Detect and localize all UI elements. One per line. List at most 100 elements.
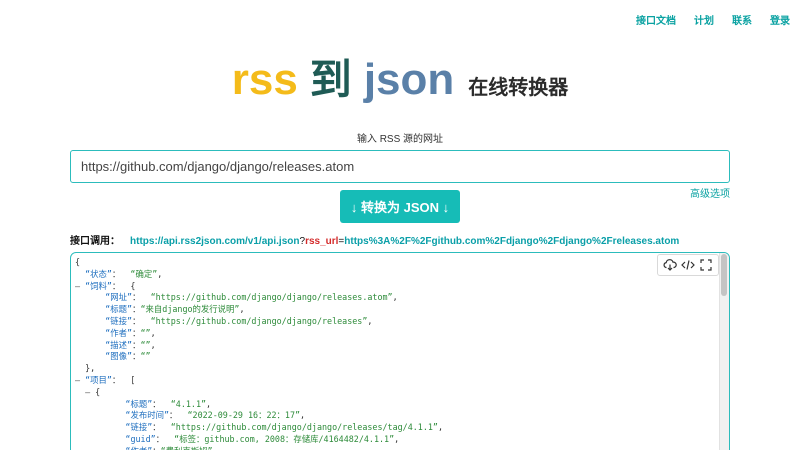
json-line: { bbox=[75, 257, 729, 269]
advanced-options-link[interactable]: 高级选项 bbox=[690, 185, 730, 200]
json-punct: , bbox=[157, 268, 163, 279]
feed-url-label: 输入 RSS 源的网址 bbox=[356, 134, 444, 145]
site-logo: rss 到 json 在线转换器 bbox=[0, 58, 800, 102]
json-key: “作者” bbox=[105, 327, 133, 338]
json-toggle[interactable]: – bbox=[75, 387, 95, 397]
json-key: “网址” bbox=[105, 292, 133, 303]
json-toggle[interactable]: – bbox=[75, 281, 85, 291]
json-line: “网址”： “https://github.com/django/django/… bbox=[75, 292, 729, 304]
nav-plan-link[interactable]: 计划 bbox=[694, 12, 714, 27]
json-line: “发布时间”： “2022-09-29 16：22：17”, bbox=[75, 410, 729, 422]
json-punct: , bbox=[367, 315, 373, 326]
json-separator: ： bbox=[152, 398, 171, 409]
json-punct: , bbox=[392, 292, 398, 303]
logo-json: json bbox=[363, 55, 455, 104]
json-key: “项目” bbox=[85, 374, 112, 385]
json-punct: , bbox=[300, 410, 306, 421]
nav-login-link[interactable]: 登录 bbox=[770, 12, 790, 27]
json-line: “描述”：“”, bbox=[75, 340, 729, 352]
json-line: “链接”： “https://github.com/django/django/… bbox=[75, 422, 729, 434]
json-value: “标签：github.com, 2008：存储库/4164482/4.1.1” bbox=[174, 433, 395, 444]
json-toolbar bbox=[657, 254, 719, 276]
json-separator: ： bbox=[152, 446, 160, 450]
json-value: “https://github.com/django/django/releas… bbox=[150, 315, 368, 326]
json-value: “” bbox=[140, 351, 151, 362]
json-separator: ： bbox=[155, 433, 175, 444]
json-punct: , bbox=[437, 422, 444, 433]
json-output-panel[interactable]: { “状态”： “确定”, – “饲料”： { “网址”： “https://gi… bbox=[70, 252, 730, 450]
json-line: “作者”：“费利克斯姆”, bbox=[75, 446, 729, 450]
json-key: “描述” bbox=[105, 339, 133, 350]
json-separator: ： bbox=[132, 315, 151, 326]
nav-contact-link[interactable]: 联系 bbox=[732, 12, 752, 27]
json-punct: , bbox=[213, 446, 218, 450]
json-key: “发布时间” bbox=[125, 410, 170, 421]
json-line: – { bbox=[75, 387, 729, 399]
json-punct: , bbox=[150, 327, 156, 338]
json-value: “4.1.1” bbox=[170, 398, 207, 409]
json-key: “饲料” bbox=[85, 280, 112, 291]
api-base-url-link[interactable]: https://api.rss2json.com/v1/api.json bbox=[130, 236, 300, 247]
json-line: “作者”：“”, bbox=[75, 328, 729, 340]
json-line: “guid”： “标签：github.com, 2008：存储库/4164482… bbox=[75, 434, 729, 446]
json-line: – “项目”： [ bbox=[75, 375, 729, 387]
json-separator: ： bbox=[169, 410, 188, 421]
json-line: }, bbox=[75, 363, 729, 375]
json-value: “” bbox=[140, 327, 151, 338]
json-line: “标题”： “4.1.1”, bbox=[75, 399, 729, 411]
json-punct: [ bbox=[130, 374, 136, 385]
json-value: “” bbox=[140, 339, 151, 350]
top-nav: 接口文档 计划 联系 登录 bbox=[636, 12, 790, 27]
logo-tagline: 在线转换器 bbox=[468, 77, 569, 99]
json-key: “链接” bbox=[105, 315, 133, 326]
json-separator: ： bbox=[152, 422, 171, 433]
json-punct: }, bbox=[85, 363, 96, 374]
json-line: “标题”：“来自django的发行说明”, bbox=[75, 304, 729, 316]
json-punct: , bbox=[206, 398, 212, 409]
json-scrollbar[interactable] bbox=[719, 253, 729, 450]
json-toggle[interactable]: – bbox=[75, 375, 85, 385]
json-punct: { bbox=[130, 280, 136, 291]
json-key: “链接” bbox=[125, 422, 153, 433]
json-punct: { bbox=[75, 257, 81, 267]
code-icon[interactable] bbox=[680, 257, 696, 273]
json-value: “来自django的发行说明” bbox=[140, 304, 240, 315]
logo-to: 到 bbox=[309, 56, 352, 103]
json-key: “guid” bbox=[125, 433, 156, 444]
cloud-download-icon[interactable] bbox=[662, 257, 678, 273]
json-punct: { bbox=[95, 386, 101, 397]
nav-api-docs-link[interactable]: 接口文档 bbox=[636, 12, 676, 27]
json-key: “标题” bbox=[125, 398, 153, 409]
json-value: “https://github.com/django/django/releas… bbox=[170, 422, 438, 433]
api-call-label: 接口调用： bbox=[70, 236, 120, 247]
feed-url-input[interactable] bbox=[70, 150, 730, 183]
json-punct: , bbox=[150, 339, 156, 350]
logo-rss: rss bbox=[231, 55, 298, 104]
json-line: – “饲料”： { bbox=[75, 281, 729, 293]
json-scrollbar-thumb[interactable] bbox=[721, 254, 727, 296]
json-separator: ： bbox=[132, 292, 151, 303]
json-separator: ： bbox=[111, 374, 131, 385]
json-line: “状态”： “确定”, bbox=[75, 269, 729, 281]
json-line: “图像”：“” bbox=[75, 351, 729, 363]
json-tree: { “状态”： “确定”, – “饲料”： { “网址”： “https://gi… bbox=[71, 253, 729, 450]
convert-to-json-button[interactable]: ↓ 转换为 JSON ↓ bbox=[340, 190, 460, 223]
fullscreen-icon[interactable] bbox=[698, 257, 714, 273]
json-value: “费利克斯姆” bbox=[161, 446, 213, 450]
json-key: “作者” bbox=[125, 446, 152, 450]
json-value: “2022-09-29 16：22：17” bbox=[187, 410, 301, 421]
json-value: “https://github.com/django/django/releas… bbox=[150, 292, 393, 303]
json-line: “链接”： “https://github.com/django/django/… bbox=[75, 316, 729, 328]
